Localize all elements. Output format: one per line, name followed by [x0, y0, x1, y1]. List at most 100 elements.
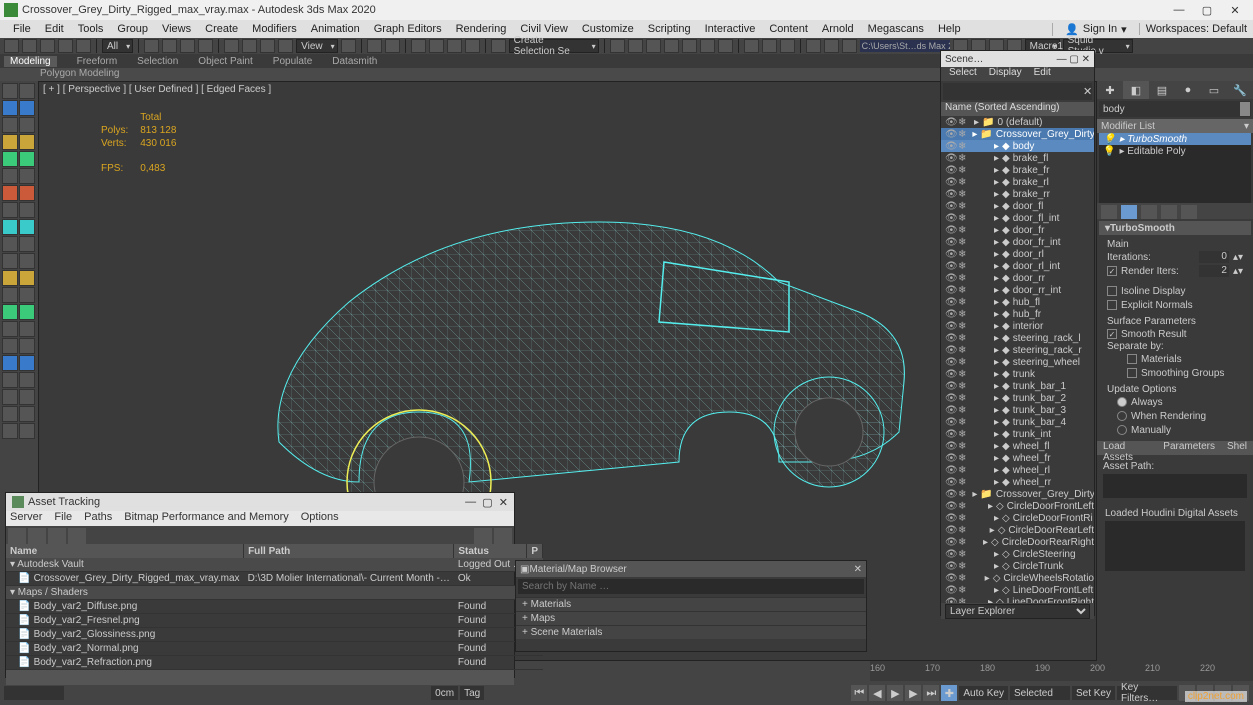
houdini-list[interactable] [1105, 521, 1245, 571]
matwin-close[interactable]: ✕ [854, 564, 862, 575]
motion-tab[interactable]: ● [1175, 81, 1201, 99]
remove-modifier-button[interactable] [1161, 205, 1177, 219]
left-tool-7-1[interactable] [19, 202, 35, 218]
refcoord-dropdown[interactable]: View [296, 39, 338, 53]
scene-search-clear[interactable]: ✕ [1083, 85, 1092, 98]
keymode-dropdown[interactable]: Selected [1010, 686, 1070, 700]
asset-row[interactable]: 📄 Crossover_Grey_Dirty_Rigged_max_vray.m… [6, 572, 543, 586]
left-tool-10-1[interactable] [19, 253, 35, 269]
left-tool-9-0[interactable] [2, 236, 18, 252]
selectionset-dropdown[interactable]: Create Selection Se [509, 39, 599, 53]
scene-row[interactable]: 👁❄▸◆door_fl [941, 200, 1094, 212]
scene-row[interactable]: 👁❄▸◆trunk_bar_3 [941, 404, 1094, 416]
scene-tab-display[interactable]: Display [989, 67, 1022, 81]
left-tool-13-1[interactable] [19, 304, 35, 320]
scene-row[interactable]: 👁❄▸◆wheel_fl [941, 440, 1094, 452]
scene-row[interactable]: 👁❄▸◇CircleTrunk [941, 560, 1094, 572]
keymode-button[interactable] [385, 39, 400, 53]
scene-row[interactable]: 👁❄▸◆door_rr [941, 272, 1094, 284]
material-cat-materials[interactable]: + Materials [516, 597, 866, 611]
left-tool-19-1[interactable] [19, 406, 35, 422]
menu-grapheditors[interactable]: Graph Editors [367, 23, 449, 35]
prev-frame-button[interactable]: ◀ [869, 685, 885, 701]
left-tool-0-1[interactable] [19, 83, 35, 99]
left-tool-7-0[interactable] [2, 202, 18, 218]
spinner-snap-button[interactable] [465, 39, 480, 53]
scene-row[interactable]: 👁❄▸◆door_rr_int [941, 284, 1094, 296]
materials-checkbox[interactable] [1127, 354, 1137, 364]
scene-row[interactable]: 👁❄▸◆door_fr [941, 224, 1094, 236]
bind-button[interactable] [76, 39, 91, 53]
autokey-button[interactable]: Auto Key [959, 686, 1008, 700]
left-tool-17-1[interactable] [19, 372, 35, 388]
left-tool-3-0[interactable] [2, 134, 18, 150]
maximize-button[interactable]: ▢ [1193, 1, 1221, 19]
workspaces-dropdown[interactable]: Workspaces: Default [1139, 23, 1253, 35]
undo-button[interactable] [4, 39, 19, 53]
scene-row[interactable]: 👁❄▸◆brake_fl [941, 152, 1094, 164]
scene-min-button[interactable]: — [1057, 54, 1067, 65]
scene-row[interactable]: 👁❄▸◆brake_rl [941, 176, 1094, 188]
object-name-input[interactable] [1099, 101, 1239, 117]
asset-tool3[interactable] [48, 528, 66, 544]
menu-scripting[interactable]: Scripting [641, 23, 698, 35]
left-tool-2-0[interactable] [2, 117, 18, 133]
left-tool-0-0[interactable] [2, 83, 18, 99]
asset-min-button[interactable]: — [465, 496, 476, 508]
scene-row[interactable]: 👁❄▸◆wheel_fr [941, 452, 1094, 464]
shelf-loadassets[interactable]: Load Assets [1097, 441, 1157, 455]
rotate-button[interactable] [242, 39, 257, 53]
left-tool-4-1[interactable] [19, 151, 35, 167]
make-unique-button[interactable] [1141, 205, 1157, 219]
modify-tab[interactable]: ◧ [1123, 81, 1149, 99]
render-iters-checkbox[interactable] [1107, 266, 1117, 276]
asset-tool4[interactable] [68, 528, 86, 544]
left-tool-12-1[interactable] [19, 287, 35, 303]
create-tab[interactable]: ✚ [1097, 81, 1123, 99]
scene-row[interactable]: 👁❄▸◆steering_rack_l [941, 332, 1094, 344]
unlink-button[interactable] [58, 39, 73, 53]
scene-row[interactable]: 👁❄▸◆brake_rr [941, 188, 1094, 200]
hierarchy-tab[interactable]: ▤ [1149, 81, 1175, 99]
key-mode-button[interactable]: ✚ [941, 685, 957, 701]
scene-row[interactable]: 👁❄▸◆interior [941, 320, 1094, 332]
asset-tool2[interactable] [28, 528, 46, 544]
left-tool-6-0[interactable] [2, 185, 18, 201]
asset-max-button[interactable]: ▢ [482, 496, 492, 509]
asset-menu-paths[interactable]: Paths [84, 511, 112, 526]
isoline-checkbox[interactable] [1107, 286, 1117, 296]
modifier-editablepoly[interactable]: 💡▸ Editable Poly [1099, 145, 1251, 157]
left-tool-11-0[interactable] [2, 270, 18, 286]
left-tool-12-0[interactable] [2, 287, 18, 303]
left-tool-13-0[interactable] [2, 304, 18, 320]
left-tool-5-1[interactable] [19, 168, 35, 184]
scene-row[interactable]: 👁❄▸📁Crossover_Grey_Dirty_ [941, 488, 1094, 500]
namedset-button[interactable] [491, 39, 506, 53]
left-tool-1-1[interactable] [19, 100, 35, 116]
configure-sets-button[interactable] [1181, 205, 1197, 219]
scene-row[interactable]: 👁❄▸◇LineDoorFrontRight [941, 596, 1094, 603]
menu-group[interactable]: Group [110, 23, 155, 35]
next-frame-button[interactable]: ▶ [905, 685, 921, 701]
left-tool-17-0[interactable] [2, 372, 18, 388]
asset-row[interactable]: 📄 Body_var2_Refraction.pngFound [6, 656, 543, 670]
goto-start-button[interactable]: ⏮ [851, 685, 867, 701]
goto-end-button[interactable]: ⏭ [923, 685, 939, 701]
modifier-list-dropdown[interactable]: Modifier List▾ [1097, 119, 1253, 133]
explicit-checkbox[interactable] [1107, 300, 1117, 310]
manually-radio[interactable] [1117, 425, 1127, 435]
ribbon-tab-freeform[interactable]: Freeform [77, 56, 118, 67]
always-radio[interactable] [1117, 397, 1127, 407]
scene-row[interactable]: 👁❄▸◇CircleDoorRearRight [941, 536, 1094, 548]
asset-menu-bitmapperformanceandmemory[interactable]: Bitmap Performance and Memory [124, 511, 288, 526]
scene-row[interactable]: 👁❄▸◆door_rl_int [941, 260, 1094, 272]
scene-row[interactable]: 👁❄▸◆door_rl [941, 248, 1094, 260]
left-tool-15-1[interactable] [19, 338, 35, 354]
minimize-button[interactable]: — [1165, 1, 1193, 19]
pivot-button[interactable] [341, 39, 356, 53]
left-tool-19-0[interactable] [2, 406, 18, 422]
scene-row[interactable]: 👁❄▸◇CircleDoorFrontLeft [941, 500, 1094, 512]
scene-row[interactable]: 👁❄▸◇CircleDoorFrontRi [941, 512, 1094, 524]
scene-row[interactable]: 👁❄▸◆steering_wheel [941, 356, 1094, 368]
scene-row[interactable]: 👁❄▸◆wheel_rr [941, 476, 1094, 488]
